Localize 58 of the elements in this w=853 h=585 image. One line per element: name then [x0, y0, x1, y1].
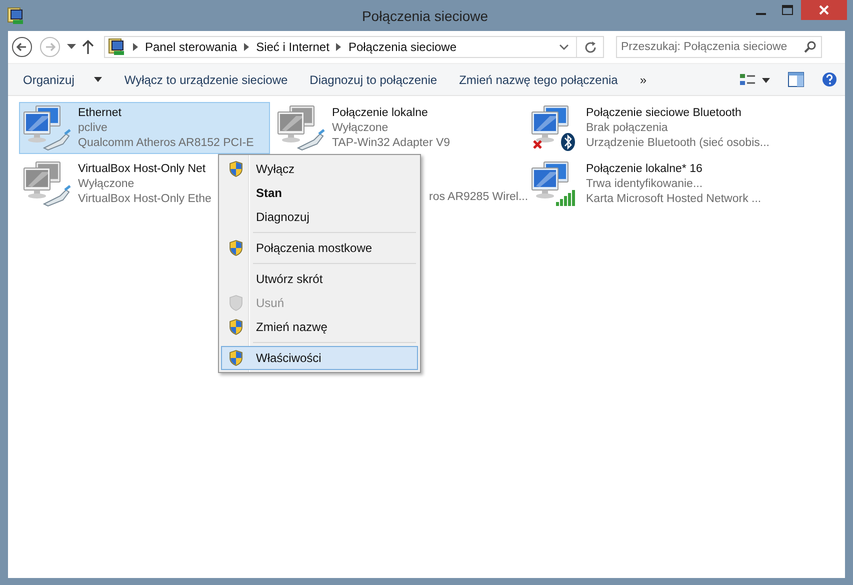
chevron-icon [244, 43, 250, 51]
toolbar-button[interactable]: Diagnozuj to połączenie [300, 70, 446, 90]
menu-item[interactable]: Diagnozuj [221, 205, 418, 229]
breadcrumb-item[interactable]: Panel sterowania [145, 40, 238, 54]
close-button[interactable] [801, 0, 847, 20]
chevron-icon [336, 43, 342, 51]
adapter-name: Karta Microsoft Hosted Network ... [586, 192, 762, 206]
control-panel-icon [108, 38, 126, 56]
connection-item[interactable]: Połączenie lokalne* 16 Trwa identyfikowanie... Karta Microsoft Hosted Network ... [527, 158, 762, 210]
caret-icon [94, 77, 102, 82]
connection-item[interactable]: Połączenie sieciowe Bluetooth Brak połączenia Urządzenie Bluetooth (sieć osobis... [527, 102, 770, 154]
toolbar-button[interactable]: Wyłącz to urządzenie sieciowe [115, 70, 297, 90]
search-field[interactable]: Przeszukaj: Połączenia sieciowe [616, 36, 822, 58]
adapter-name: ros AR9285 Wirel... [429, 190, 528, 205]
dropdown-chevron-icon[interactable] [559, 44, 569, 50]
up-arrow-icon[interactable] [82, 40, 94, 54]
network-folder-icon [7, 6, 25, 24]
connection-item[interactable]: VirtualBox Host-Only Net Wyłączone VirtualBox Host-Only Ethe [19, 158, 212, 210]
window-title: Połączenia sieciowe [360, 8, 490, 24]
menu-item[interactable]: Połączenia mostkowe [221, 236, 418, 260]
menu-item[interactable]: Utwórz skrót [221, 267, 418, 291]
breadcrumb-item[interactable]: Sieć i Internet [256, 40, 330, 54]
menu-item[interactable]: Wyłącz [221, 157, 418, 181]
chevron-icon [133, 43, 138, 51]
back-icon[interactable] [11, 36, 33, 58]
adapter-name: Urządzenie Bluetooth (sieć osobis... [586, 136, 770, 150]
toolbar-button[interactable]: Organizuj [14, 70, 112, 90]
adapter-name: TAP-Win32 Adapter V9 [332, 136, 450, 150]
view-options-icon[interactable] [740, 72, 770, 86]
connection-status: Brak połączenia [586, 120, 669, 136]
search-icon [804, 41, 816, 53]
connection-item[interactable]: Połączenie lokalne Wyłączone TAP-Win32 Adapter V9 [273, 102, 452, 154]
breadcrumb-item[interactable]: Połączenia sieciowe [348, 40, 456, 54]
connection-status: Wyłączone [78, 176, 136, 192]
connection-name: Połączenie lokalne* 16 [586, 162, 704, 176]
connection-item[interactable]: Ethernet pclive Qualcomm Atheros AR8152 PCI-E [19, 102, 270, 154]
close-icon [819, 5, 829, 15]
dropdown-icon[interactable] [67, 44, 76, 50]
connection-name: Połączenie lokalne [332, 106, 429, 120]
connection-name: Ethernet [78, 106, 122, 120]
more-button[interactable]: » [630, 70, 656, 90]
preview-pane-icon[interactable] [788, 72, 804, 87]
connection-status: pclive [78, 120, 108, 136]
maximize-icon [782, 5, 793, 15]
connection-name: Połączenie sieciowe Bluetooth [586, 106, 742, 120]
adapter-name: VirtualBox Host-Only Ethe [78, 192, 212, 206]
minimize-icon [756, 13, 766, 15]
connection-name: VirtualBox Host-Only Net [78, 162, 207, 176]
refresh-icon[interactable] [584, 40, 597, 54]
address-bar[interactable]: Panel sterowania Sieć i Internet Połączenia sieciowe [104, 36, 604, 58]
adapter-name: Qualcomm Atheros AR8152 PCI-E [78, 136, 254, 150]
toolbar-button[interactable]: Zmień nazwę tego połączenia [450, 70, 627, 90]
connection-status: Trwa identyfikowanie... [586, 176, 704, 192]
menu-item[interactable]: Właściwości [221, 346, 418, 370]
connection-status: Wyłączone [332, 120, 390, 136]
menu-item[interactable]: Stan [221, 181, 418, 205]
menu-item[interactable]: Zmień nazwę [221, 315, 418, 339]
help-icon[interactable] [822, 72, 837, 87]
